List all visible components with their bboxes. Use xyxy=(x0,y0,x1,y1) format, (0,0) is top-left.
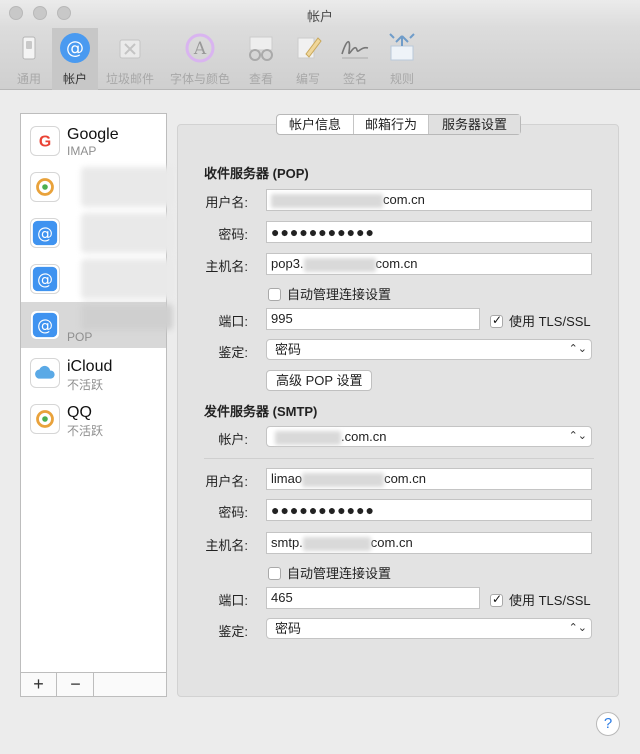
chevron-up-down-icon: ⌃⌄ xyxy=(568,430,587,442)
mail-at-icon: @ xyxy=(30,310,60,340)
account-list-footer: + − xyxy=(20,673,167,697)
toolbar-rules[interactable]: 规则 xyxy=(382,28,422,90)
tab-account-info[interactable]: 帐户信息 xyxy=(277,115,354,134)
outgoing-auth-select[interactable]: 密码 ⌃⌄ xyxy=(266,618,592,639)
outgoing-server-title: 发件服务器 (SMTP) xyxy=(204,404,318,419)
account-item-2[interactable] xyxy=(21,164,173,210)
google-icon: G xyxy=(30,126,60,156)
incoming-username-label: 用户名: xyxy=(205,195,248,210)
tab-server-settings[interactable]: 服务器设置 xyxy=(429,115,520,134)
account-item-qq[interactable]: QQ 不活跃 xyxy=(21,396,166,442)
incoming-password-input[interactable]: ●●●●●●●●●●● xyxy=(266,221,592,243)
preferences-toolbar: 通用 @ 帐户 垃圾邮件 A 字体与颜色 查看 编写 签名 规则 xyxy=(0,28,640,90)
title-bar: 帐户 xyxy=(0,0,640,28)
incoming-port-label: 端口: xyxy=(218,314,248,329)
mail-at-icon: @ xyxy=(30,264,60,294)
toolbar-junk[interactable]: 垃圾邮件 xyxy=(100,28,160,90)
qq-mail-icon xyxy=(30,172,60,202)
incoming-auth-label: 鉴定: xyxy=(218,345,248,360)
toolbar-view[interactable]: 查看 xyxy=(240,28,282,90)
checkbox-checked xyxy=(490,313,503,328)
checkbox-checked xyxy=(490,592,503,607)
incoming-auth-select[interactable]: 密码 ⌃⌄ xyxy=(266,339,592,360)
account-item-4[interactable]: @ xyxy=(21,256,173,302)
toolbar-fonts[interactable]: A 字体与颜色 xyxy=(164,28,236,90)
signature-icon xyxy=(341,40,369,59)
toolbar-signature[interactable]: 签名 xyxy=(334,28,376,90)
trash-icon xyxy=(119,39,141,59)
outgoing-port-label: 端口: xyxy=(218,593,248,608)
settings-tab-bar: 帐户信息 邮箱行为 服务器设置 xyxy=(276,114,521,135)
outgoing-password-label: 密码: xyxy=(218,505,248,520)
pencil-icon xyxy=(297,37,322,59)
svg-text:@: @ xyxy=(37,224,53,243)
glasses-icon xyxy=(249,36,273,61)
redacted-account-name xyxy=(81,167,173,207)
redacted-text xyxy=(275,430,341,445)
toolbar-accounts[interactable]: @ 帐户 xyxy=(52,28,98,90)
outgoing-tls-checkbox[interactable]: 使用 TLS/SSL xyxy=(490,590,591,609)
incoming-server-title: 收件服务器 (POP) xyxy=(204,166,309,181)
chevron-up-down-icon: ⌃⌄ xyxy=(568,622,587,634)
account-item-icloud[interactable]: iCloud 不活跃 xyxy=(21,350,166,396)
svg-text:@: @ xyxy=(66,38,84,59)
account-list[interactable]: G Google IMAP @ @ @ POP iCloud 不活跃 QQ 不活… xyxy=(20,113,173,673)
incoming-tls-checkbox[interactable]: 使用 TLS/SSL xyxy=(490,311,591,330)
account-item-google[interactable]: G Google IMAP xyxy=(21,118,166,164)
outgoing-password-input[interactable]: ●●●●●●●●●●● xyxy=(266,499,592,521)
help-button[interactable]: ? xyxy=(596,712,620,736)
checkbox xyxy=(268,567,281,580)
redacted-text xyxy=(271,193,383,208)
rules-icon xyxy=(389,33,415,61)
incoming-auto-manage-checkbox[interactable]: 自动管理连接设置 xyxy=(268,284,391,303)
redacted-text xyxy=(302,472,385,487)
svg-text:G: G xyxy=(39,134,51,151)
checkbox xyxy=(268,288,281,301)
tab-mailbox-behavior[interactable]: 邮箱行为 xyxy=(354,115,429,134)
at-icon: @ xyxy=(60,33,90,63)
advanced-pop-settings-button[interactable]: 高级 POP 设置 xyxy=(266,370,373,391)
outgoing-account-label: 帐户: xyxy=(218,432,248,447)
outgoing-username-input[interactable]: limao com.cn xyxy=(266,468,592,490)
redacted-text xyxy=(303,257,376,272)
incoming-host-input[interactable]: pop3. com.cn xyxy=(266,253,592,275)
svg-text:A: A xyxy=(193,39,207,59)
outgoing-auto-manage-checkbox[interactable]: 自动管理连接设置 xyxy=(268,563,391,582)
incoming-port-input[interactable]: 995 xyxy=(266,308,480,330)
incoming-password-label: 密码: xyxy=(218,227,248,242)
svg-text:@: @ xyxy=(37,270,53,289)
account-item-selected[interactable]: @ POP xyxy=(21,302,173,348)
account-item-3[interactable]: @ xyxy=(21,210,173,256)
outgoing-host-label: 主机名: xyxy=(205,538,248,553)
svg-text:@: @ xyxy=(37,316,53,335)
redacted-account-name xyxy=(81,259,173,299)
window-title: 帐户 xyxy=(306,9,333,24)
font-color-icon: A xyxy=(185,33,215,63)
toolbar-compose[interactable]: 编写 xyxy=(288,28,328,90)
redacted-account-name xyxy=(81,304,173,330)
redacted-text xyxy=(302,536,371,551)
chevron-up-down-icon: ⌃⌄ xyxy=(568,343,587,355)
switch-icon xyxy=(22,36,36,60)
outgoing-account-select[interactable]: .com.cn ⌃⌄ xyxy=(266,426,592,447)
mail-at-icon: @ xyxy=(30,218,60,248)
toolbar-general[interactable]: 通用 xyxy=(8,28,50,90)
icloud-icon xyxy=(30,358,60,388)
outgoing-auth-label: 鉴定: xyxy=(218,624,248,639)
outgoing-port-input[interactable]: 465 xyxy=(266,587,480,609)
outgoing-username-label: 用户名: xyxy=(205,474,248,489)
remove-account-button[interactable]: − xyxy=(58,673,94,696)
section-divider xyxy=(204,458,594,459)
add-account-button[interactable]: + xyxy=(21,673,57,696)
outgoing-host-input[interactable]: smtp. com.cn xyxy=(266,532,592,554)
redacted-account-name xyxy=(81,213,173,253)
incoming-host-label: 主机名: xyxy=(205,259,248,274)
qq-mail-icon xyxy=(30,404,60,434)
incoming-username-input[interactable]: com.cn xyxy=(266,189,592,211)
